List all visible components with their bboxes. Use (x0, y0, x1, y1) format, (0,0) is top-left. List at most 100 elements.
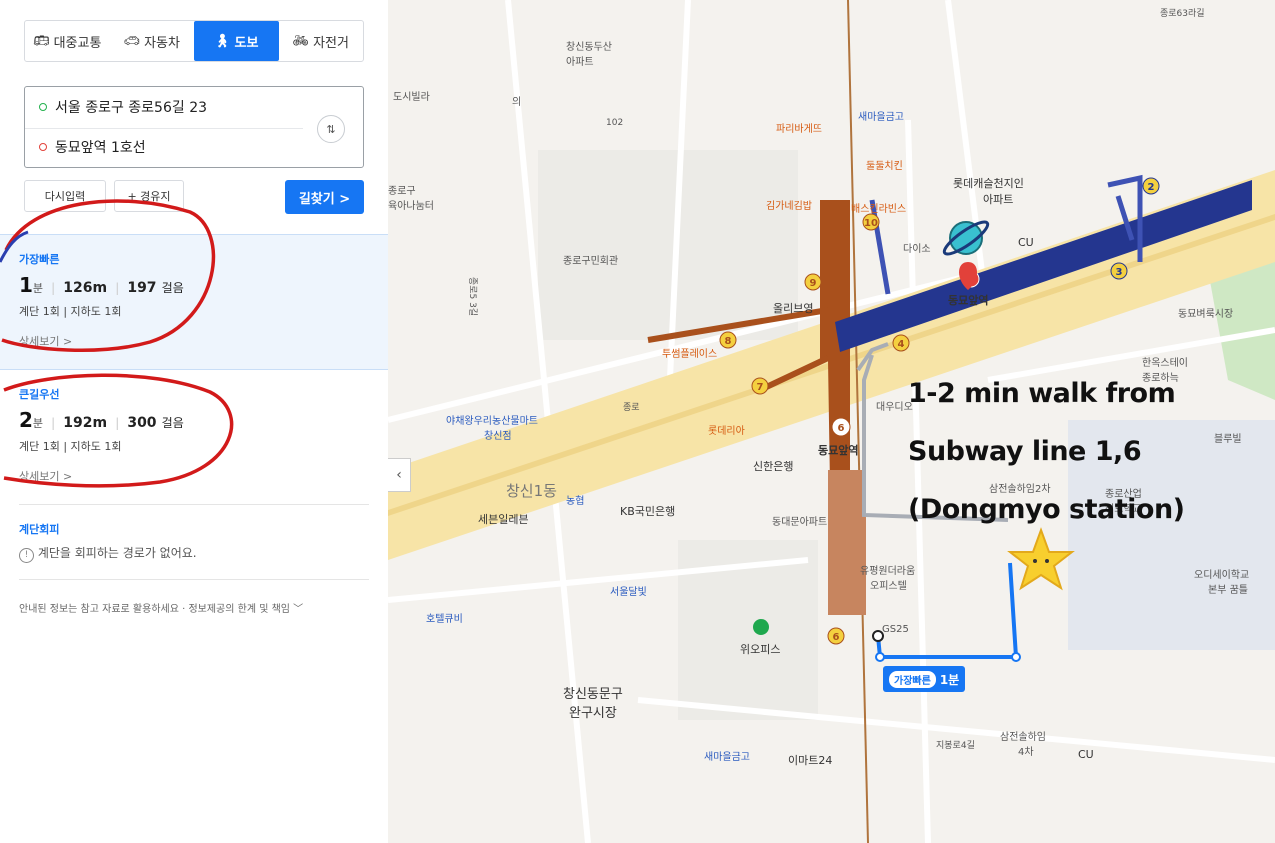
exit-number: 3 (1116, 267, 1123, 278)
map-block (538, 150, 798, 340)
result-detail-link[interactable]: 상세보기 > (19, 333, 388, 349)
exit-number: 4 (898, 339, 905, 350)
result-steps-unit: 걸음 (161, 281, 184, 295)
poi-label: 신한은행 (753, 460, 794, 473)
tab-bike[interactable]: 🚲︎ 자전거 (279, 21, 364, 61)
tab-car[interactable]: 🚗︎ 자동차 (110, 21, 195, 61)
map-view[interactable]: 2 3 1 4 7 8 9 10 6 6 창신동두산아파트 도시빌라 102 의… (388, 0, 1275, 843)
tab-transit-label: 대중교통 (53, 35, 102, 51)
poi-label: 블루빌 (1214, 434, 1242, 445)
result-tag: 큰길우선 (19, 388, 60, 401)
poi-label: 새마을금고 (858, 112, 904, 123)
poi-label: 동묘벼룩시장 (1178, 309, 1234, 320)
star-eye (1033, 559, 1037, 563)
poi-label: CU (1078, 748, 1094, 761)
poi-label: 롯데리아 (708, 426, 745, 437)
search-route-button[interactable]: 길찾기 > (285, 180, 364, 214)
bus-icon: 🚌︎ (33, 33, 50, 49)
result-distance: 126m (63, 280, 108, 296)
stairs-avoid-message: ! 계단을 회피하는 경로가 없어요. (19, 544, 197, 563)
tab-car-label: 자동차 (144, 35, 180, 51)
poi-label: 삼전솔하임 4차 (1000, 732, 1046, 758)
poi-label: 호텔큐비 (426, 614, 463, 625)
result-summary: 1분 | 126m | 197 걸음 (19, 273, 388, 297)
minutes-unit: 분 (32, 282, 44, 295)
poi-label: KB국민은행 (620, 505, 676, 518)
tab-walk[interactable]: 🚶︎ 도보 (194, 21, 279, 61)
route-result-mainroad[interactable]: 큰길우선 2분 | 192m | 300 걸음 계단 1회 | 지하도 1회 상… (0, 370, 388, 500)
result-summary: 2분 | 192m | 300 걸음 (19, 408, 388, 432)
route-divider (25, 128, 303, 129)
search-label: 길찾기 > (298, 191, 351, 207)
poi-label: 농협 (566, 496, 585, 507)
origin-dot-icon (39, 103, 47, 111)
collapse-panel-button[interactable]: ‹ (388, 458, 411, 492)
poi-label: 이마트24 (788, 754, 833, 767)
destination-field[interactable]: 동묘앞역 1호선 (39, 137, 146, 157)
street-label: 종로 (623, 403, 640, 413)
overlay-text-line-3: (Dongmyo station) (908, 494, 1185, 525)
line6-platform (828, 470, 866, 615)
add-waypoint-button[interactable]: + 경유지 (114, 180, 184, 212)
separator: | (51, 416, 56, 430)
street-label: 지봉로4길 (936, 741, 975, 751)
reset-button[interactable]: 다시입력 (24, 180, 106, 212)
waypoint-label: + 경유지 (127, 190, 171, 203)
office-marker-icon (753, 619, 769, 635)
result-info: 계단 1회 | 지하도 1회 (19, 440, 122, 453)
result-minutes: 2분 (19, 408, 43, 432)
station-label: 동묘앞역 (818, 444, 859, 457)
station-label: 동묘앞역 (948, 294, 989, 307)
tab-walk-label: 도보 (234, 35, 259, 51)
destination-text: 동묘앞역 1호선 (55, 140, 146, 156)
route-input-box: 서울 종로구 종로56길 23 동묘앞역 1호선 ⇅ (24, 86, 364, 168)
poi-label: 삼전솔하임2차 (989, 484, 1051, 495)
poi-label: 의 (512, 97, 522, 108)
exit-number: 9 (810, 278, 817, 289)
separator: | (51, 281, 56, 295)
result-minutes: 1분 (19, 273, 43, 297)
route-result-fastest[interactable]: 가장빠른 1분 | 126m | 197 걸음 계단 1회 | 지하도 1회 상… (0, 234, 388, 370)
result-detail-link[interactable]: 상세보기 > (19, 468, 388, 484)
swap-icon[interactable]: ⇅ (317, 115, 345, 143)
route-panel: 🚌︎ 대중교통 🚗︎ 자동차 🚶︎ 도보 🚲︎ 자전거 서울 종로구 종로56길… (0, 0, 388, 843)
route-time-badge[interactable]: 가장빠른 1분 (883, 666, 966, 692)
poi-label: 둘둘치킨 (866, 161, 903, 172)
poi-label: 세븐일레븐 (478, 513, 529, 526)
poi-label: 서울달빛 (610, 587, 647, 598)
poi-label: 다이소 (903, 244, 931, 255)
result-info: 계단 1회 | 지하도 1회 (19, 305, 122, 318)
result-tag: 가장빠른 (19, 253, 60, 266)
poi-label: 김가네김밥 (766, 201, 812, 212)
walk-icon: 🚶︎ (214, 33, 231, 49)
poi-label: CU (1018, 236, 1034, 249)
separator: | (115, 281, 120, 295)
district-label: 창신1동 (506, 482, 557, 500)
result-steps: 197 (127, 280, 157, 296)
car-icon: 🚗︎ (123, 33, 141, 49)
poi-label: 창신동문구 완구시장 (563, 687, 623, 721)
result-steps: 300 (127, 415, 157, 431)
origin-text: 서울 종로구 종로56길 23 (55, 100, 208, 116)
poi-label: 롯데캐슬천지인 아파트 (953, 177, 1024, 206)
poi-label: 새마을금고 (704, 752, 750, 763)
disclaimer-text[interactable]: 안내된 정보는 참고 자료로 활용하세요 · 정보제공의 한계 및 책임 ﹀ (19, 600, 303, 615)
poi-label: GS25 (882, 624, 909, 635)
separator: | (115, 416, 120, 430)
result-distance: 192m (63, 415, 108, 431)
bike-icon: 🚲︎ (292, 33, 310, 49)
poi-label: 종로구민회관 (563, 256, 619, 267)
exit-number: 7 (757, 382, 764, 393)
origin-field[interactable]: 서울 종로구 종로56길 23 (39, 97, 207, 117)
reset-label: 다시입력 (44, 190, 86, 203)
tab-transit[interactable]: 🚌︎ 대중교통 (25, 21, 110, 61)
poi-label: 위오피스 (740, 643, 781, 656)
poi-label: 파리바게뜨 (776, 124, 822, 135)
stairs-message-text: 계단을 회피하는 경로가 없어요. (37, 546, 197, 560)
star-eye (1045, 559, 1049, 563)
poi-label: 투썸플레이스 (662, 349, 718, 360)
exit-number: 2 (1148, 182, 1155, 193)
poi-label: 종로구 육아나눔터 (388, 186, 434, 212)
badge-time: 1분 (939, 672, 960, 687)
exit-number: 10 (864, 218, 878, 229)
